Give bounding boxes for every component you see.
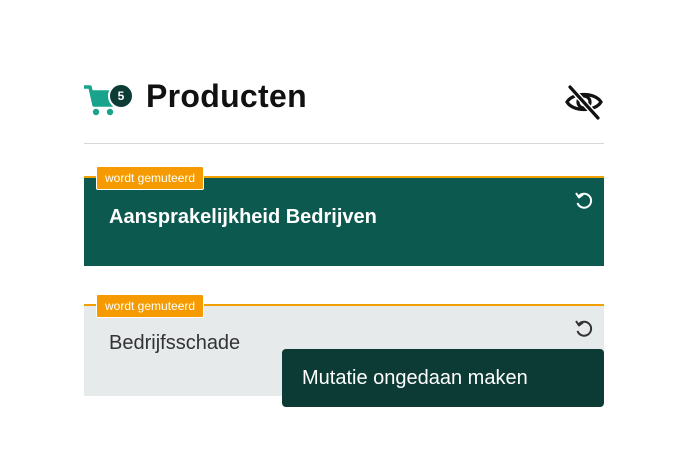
mutation-tag: wordt gemuteerd <box>96 294 205 318</box>
eye-off-icon <box>565 84 603 121</box>
product-name: Bedrijfsschade <box>109 332 241 354</box>
product-card-aansprakelijkheid[interactable]: wordt gemuteerd Aansprakelijkheid Bedrij… <box>84 166 604 266</box>
product-name: Aansprakelijkheid Bedrijven <box>109 206 377 228</box>
mutation-tag: wordt gemuteerd <box>96 166 205 190</box>
toggle-visibility-button[interactable] <box>564 82 604 122</box>
header-divider <box>84 143 604 144</box>
undo-button[interactable] <box>574 318 594 338</box>
panel-header: 5 Producten <box>84 64 604 144</box>
page-title: Producten <box>146 78 307 114</box>
undo-icon <box>575 192 593 209</box>
undo-button[interactable] <box>574 190 594 210</box>
undo-icon <box>575 320 593 337</box>
cart-count-badge: 5 <box>108 83 134 109</box>
cart-button[interactable]: 5 <box>84 79 134 119</box>
undo-tooltip: Mutatie ongedaan maken <box>282 349 604 407</box>
